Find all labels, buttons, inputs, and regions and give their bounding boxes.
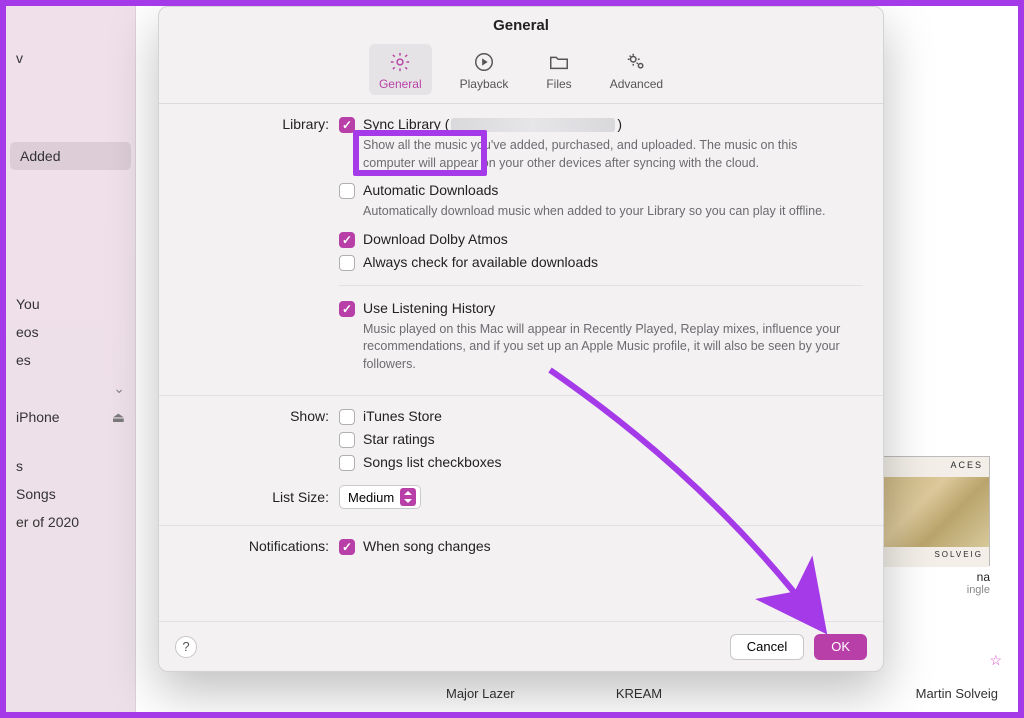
desc-automatic-downloads: Automatically download music when added … xyxy=(363,203,843,221)
desc-sync-library: Show all the music you've added, purchas… xyxy=(363,137,843,172)
label-star-ratings: Star ratings xyxy=(363,431,435,447)
star-icon[interactable]: ☆ xyxy=(989,652,1002,669)
section-notifications: Notifications: When song changes xyxy=(159,526,883,571)
section-label-show: Show: xyxy=(159,408,339,475)
artist-name[interactable]: Major Lazer xyxy=(446,686,616,701)
tab-playback[interactable]: Playback xyxy=(450,44,519,95)
preferences-dialog: General General Playback Files Advanced … xyxy=(158,6,884,672)
sidebar-item[interactable]: er of 2020 xyxy=(6,508,135,536)
gear-icon xyxy=(388,50,412,74)
album-title: na xyxy=(880,570,990,584)
sidebar: v Added You eos es ⌄ iPhone⏏ s Songs er … xyxy=(6,6,136,712)
tab-label: Playback xyxy=(460,77,509,91)
section-label-notifications: Notifications: xyxy=(159,538,339,559)
checkbox-songs-list[interactable] xyxy=(339,455,355,471)
checkbox-itunes-store[interactable] xyxy=(339,409,355,425)
section-label-listsize: List Size: xyxy=(159,489,339,505)
eject-icon[interactable]: ⏏ xyxy=(112,409,125,426)
sidebar-item[interactable]: v xyxy=(6,44,135,72)
folder-icon xyxy=(547,50,571,74)
label-automatic-downloads: Automatic Downloads xyxy=(363,182,498,198)
checkbox-song-changes[interactable] xyxy=(339,539,355,555)
album-top-text: ACES xyxy=(881,457,989,477)
sidebar-item[interactable]: es xyxy=(6,346,135,374)
label-songs-list: Songs list checkboxes xyxy=(363,454,502,470)
sidebar-item[interactable]: eos xyxy=(6,318,135,346)
section-show: Show: iTunes Store Star ratings Songs li… xyxy=(159,396,883,526)
select-value: Medium xyxy=(348,490,394,505)
checkbox-dolby-atmos[interactable] xyxy=(339,232,355,248)
ok-button[interactable]: OK xyxy=(814,634,867,660)
select-list-size[interactable]: Medium xyxy=(339,485,421,509)
sidebar-item-iphone[interactable]: iPhone⏏ xyxy=(6,403,135,432)
artist-name[interactable]: KREAM xyxy=(616,686,786,701)
section-label: Library: xyxy=(159,116,339,383)
sidebar-item[interactable]: Songs xyxy=(6,480,135,508)
tab-advanced[interactable]: Advanced xyxy=(600,44,673,95)
tab-label: General xyxy=(379,77,422,91)
tab-files[interactable]: Files xyxy=(536,44,581,95)
redacted-account xyxy=(451,118,615,132)
sidebar-item[interactable] xyxy=(6,170,135,290)
label-listening-history: Use Listening History xyxy=(363,300,495,316)
artist-name[interactable]: Martin Solveig xyxy=(786,686,998,701)
tab-label: Files xyxy=(546,77,571,91)
sidebar-item-added[interactable]: Added xyxy=(10,142,131,170)
dialog-footer: ? Cancel OK xyxy=(159,621,883,671)
desc-listening-history: Music played on this Mac will appear in … xyxy=(363,321,843,374)
sidebar-item[interactable] xyxy=(6,72,135,142)
label-song-changes: When song changes xyxy=(363,538,491,554)
tab-bar: General Playback Files Advanced xyxy=(159,40,883,103)
sidebar-item[interactable]: s xyxy=(6,452,135,480)
sidebar-item[interactable]: You xyxy=(6,290,135,318)
play-circle-icon xyxy=(472,50,496,74)
label-itunes-store: iTunes Store xyxy=(363,408,442,424)
sidebar-item[interactable]: ⌄ xyxy=(6,374,135,403)
updown-icon xyxy=(400,488,416,506)
checkbox-always-check[interactable] xyxy=(339,255,355,271)
dialog-title: General xyxy=(159,7,883,40)
sidebar-item[interactable] xyxy=(6,16,135,44)
album-bottom-text: SOLVEIG xyxy=(881,547,989,567)
album-art: ACES SOLVEIG xyxy=(880,456,990,566)
checkbox-star-ratings[interactable] xyxy=(339,432,355,448)
chevron-down-icon: ⌄ xyxy=(113,380,125,397)
tab-label: Advanced xyxy=(610,77,663,91)
label-sync-library: Sync Library () xyxy=(363,116,622,132)
cancel-button[interactable]: Cancel xyxy=(730,634,804,660)
checkbox-listening-history[interactable] xyxy=(339,301,355,317)
checkbox-automatic-downloads[interactable] xyxy=(339,183,355,199)
section-library: Library: Sync Library () Show all the mu… xyxy=(159,104,883,396)
label-always-check: Always check for available downloads xyxy=(363,254,598,270)
sidebar-item[interactable] xyxy=(6,432,135,452)
label-dolby-atmos: Download Dolby Atmos xyxy=(363,231,508,247)
album-subtitle: ingle xyxy=(880,584,990,596)
artist-row: Major Lazer KREAM Martin Solveig xyxy=(446,686,998,701)
help-button[interactable]: ? xyxy=(175,636,197,658)
checkbox-sync-library[interactable] xyxy=(339,117,355,133)
tab-general[interactable]: General xyxy=(369,44,432,95)
double-gear-icon xyxy=(624,50,648,74)
